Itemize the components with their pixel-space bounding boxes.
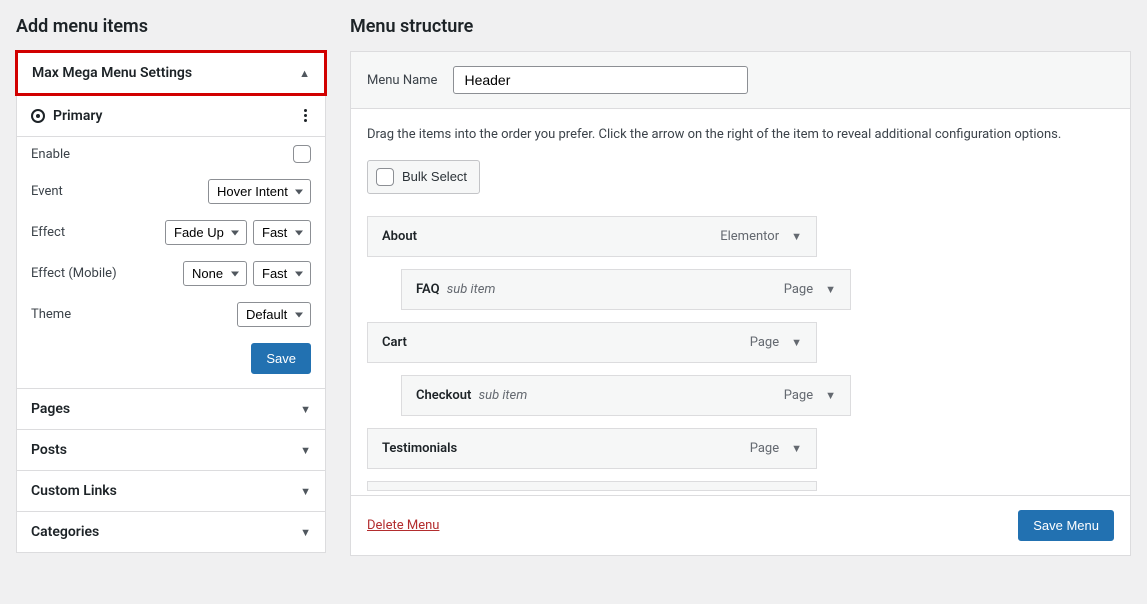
setting-effect-mobile: Effect (Mobile) None Fast [17, 253, 325, 294]
mega-menu-save-button[interactable]: Save [251, 343, 311, 374]
chevron-down-icon: ▼ [300, 444, 311, 457]
custom-links-label: Custom Links [31, 483, 117, 499]
more-options-icon[interactable] [300, 105, 311, 126]
menu-frame: Menu Name Drag the items into the order … [350, 51, 1131, 556]
metabox-holder: Max Mega Menu Settings ▲ Primary Enable [16, 51, 326, 553]
drag-instructions: Drag the items into the order you prefer… [367, 125, 1114, 146]
chevron-down-icon[interactable]: ▼ [791, 230, 802, 243]
menu-item-title: Testimonials [382, 441, 457, 456]
posts-label: Posts [31, 442, 67, 458]
menu-item-cart[interactable]: Cart Page ▼ [367, 322, 817, 363]
chevron-down-icon: ▼ [300, 485, 311, 498]
chevron-down-icon: ▼ [300, 403, 311, 416]
add-menu-items-heading: Add menu items [16, 16, 326, 37]
effect-speed-select[interactable]: Fast [253, 220, 311, 245]
menu-item-cutoff[interactable] [367, 481, 817, 491]
menu-item-checkout[interactable]: Checkout sub item Page ▼ [401, 375, 851, 416]
location-label: Primary [53, 108, 102, 124]
setting-effect: Effect Fade Up Fast [17, 212, 325, 253]
bulk-select-checkbox[interactable] [376, 168, 394, 186]
delete-menu-link[interactable]: Delete Menu [367, 518, 439, 533]
setting-theme: Theme Default [17, 294, 325, 335]
menu-item-type: Elementor [720, 229, 779, 244]
menu-item-type: Page [784, 388, 813, 403]
chevron-down-icon: ▼ [300, 526, 311, 539]
setting-event: Event Hover Intent [17, 171, 325, 212]
effect-select[interactable]: Fade Up [165, 220, 247, 245]
enable-label: Enable [31, 147, 70, 162]
menu-item-type: Page [750, 335, 779, 350]
menu-structure-heading: Menu structure [350, 16, 1131, 37]
menu-item-title: Checkout [416, 388, 471, 403]
menu-item-type: Page [750, 441, 779, 456]
sub-item-tag: sub item [479, 388, 528, 403]
effect-mobile-select[interactable]: None [183, 261, 247, 286]
chevron-up-icon: ▲ [299, 67, 310, 80]
menu-item-about[interactable]: About Elementor ▼ [367, 216, 817, 257]
categories-label: Categories [31, 524, 99, 540]
theme-label: Theme [31, 307, 71, 322]
menu-item-faq[interactable]: FAQ sub item Page ▼ [401, 269, 851, 310]
menu-item-title: About [382, 229, 417, 244]
posts-accordion[interactable]: Posts ▼ [17, 430, 325, 470]
enable-checkbox[interactable] [293, 145, 311, 163]
effect-mobile-speed-select[interactable]: Fast [253, 261, 311, 286]
menu-items-list: About Elementor ▼ FAQ sub item P [367, 216, 1114, 495]
setting-enable: Enable [17, 137, 325, 171]
bulk-select-label: Bulk Select [402, 169, 467, 184]
event-select[interactable]: Hover Intent [208, 179, 311, 204]
mega-menu-title: Max Mega Menu Settings [32, 65, 192, 81]
menu-item-type: Page [784, 282, 813, 297]
custom-links-accordion[interactable]: Custom Links ▼ [17, 471, 325, 511]
menu-name-input[interactable] [453, 66, 748, 94]
menu-location-row[interactable]: Primary [17, 94, 325, 136]
sub-item-tag: sub item [447, 282, 496, 297]
effect-label: Effect [31, 225, 65, 240]
categories-accordion[interactable]: Categories ▼ [17, 512, 325, 552]
menu-item-testimonials[interactable]: Testimonials Page ▼ [367, 428, 817, 469]
chevron-down-icon[interactable]: ▼ [825, 283, 836, 296]
pages-accordion[interactable]: Pages ▼ [17, 389, 325, 429]
location-pin-icon [31, 109, 45, 123]
chevron-down-icon[interactable]: ▼ [791, 336, 802, 349]
effect-mobile-label: Effect (Mobile) [31, 266, 117, 281]
menu-item-title: FAQ [416, 282, 440, 297]
mega-menu-header[interactable]: Max Mega Menu Settings ▲ [15, 50, 327, 96]
chevron-down-icon[interactable]: ▼ [825, 389, 836, 402]
save-menu-button[interactable]: Save Menu [1018, 510, 1114, 541]
menu-name-label: Menu Name [367, 73, 437, 88]
menu-item-title: Cart [382, 335, 407, 350]
chevron-down-icon[interactable]: ▼ [791, 442, 802, 455]
bulk-select-button[interactable]: Bulk Select [367, 160, 480, 194]
theme-select[interactable]: Default [237, 302, 311, 327]
mega-menu-metabox: Max Mega Menu Settings ▲ Primary Enable [17, 50, 325, 389]
event-label: Event [31, 184, 63, 199]
pages-label: Pages [31, 401, 70, 417]
